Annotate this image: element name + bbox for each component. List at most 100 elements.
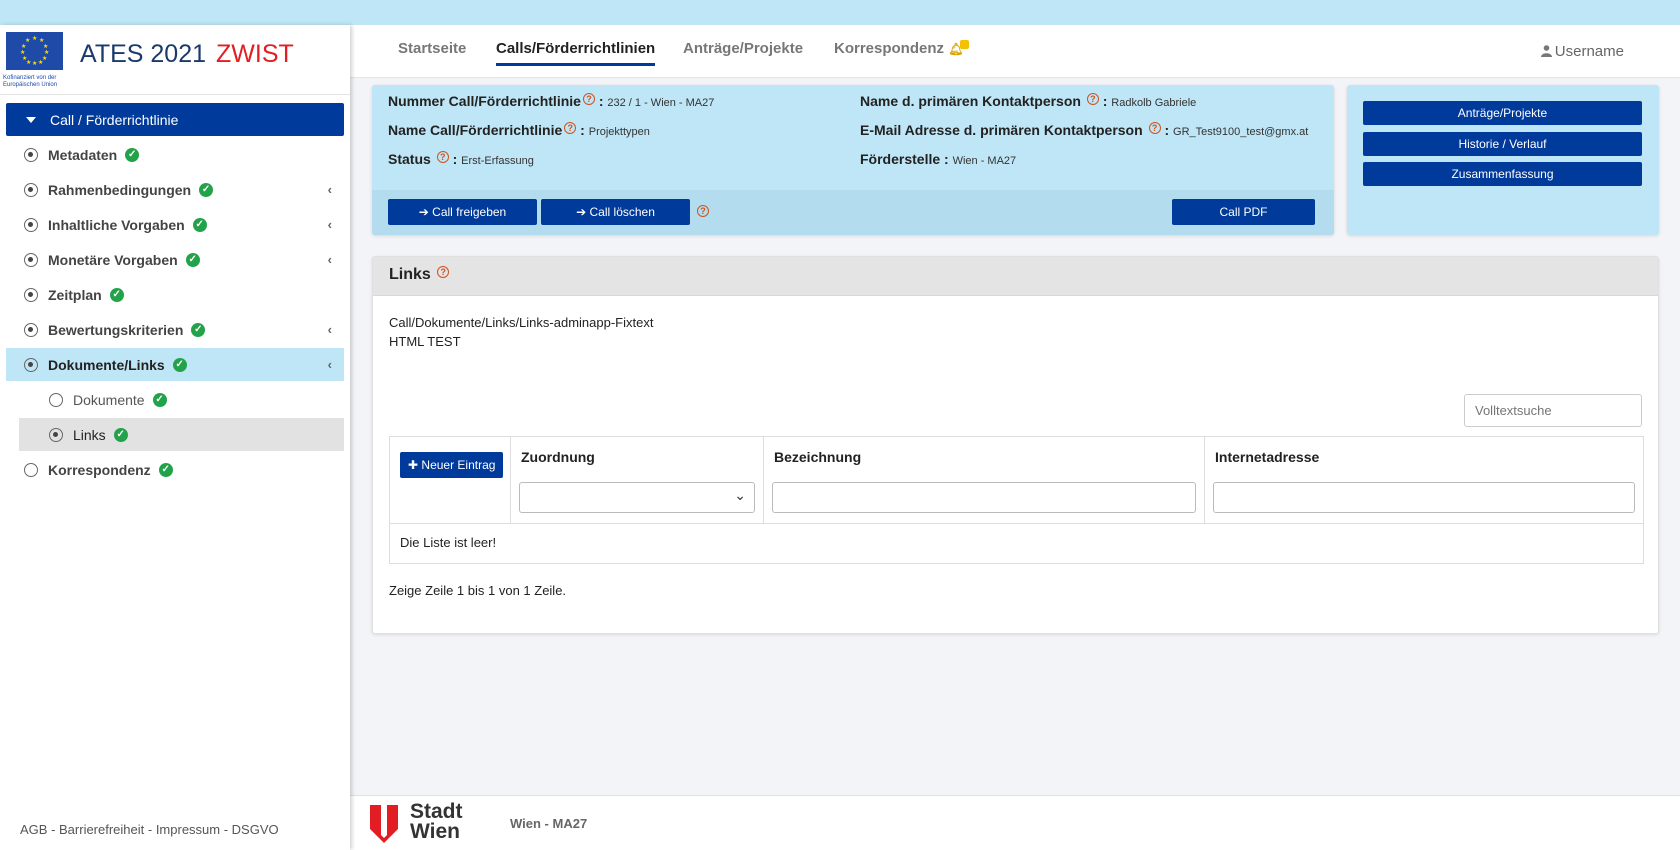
check-circle-icon: ✓ [172, 357, 187, 372]
eu-caption: Kofinanziert von der Europäischen Union [3, 75, 58, 88]
tab-calls[interactable]: Calls/Förderrichtlinien [496, 40, 656, 66]
app-title: ATES 2021 ZWIST [80, 40, 294, 69]
field-name-label: Name Call/Förderrichtlinie [388, 122, 563, 138]
sidebar-item-label: Inhaltliche Vorgaben [48, 216, 185, 233]
help-icon[interactable]: ? [697, 205, 709, 217]
app-title-text: ATES 2021 [80, 40, 207, 68]
plus-icon: ✚ [408, 458, 419, 472]
notification-badge [960, 40, 970, 49]
radio-empty-icon [24, 462, 38, 477]
sidebar-item-bewertungskriterien[interactable]: Bewertungskriterien ✓ ‹ [6, 313, 344, 346]
sidebar-item-label: Bewertungskriterien [48, 321, 184, 338]
sidebar-item-label: Korrespondenz [48, 461, 151, 478]
field-nummer: Nummer Call/Förderrichtlinie? : 232 / 1 … [388, 93, 715, 109]
sidebar-subitem-dokumente[interactable]: Dokumente ✓ [19, 383, 344, 416]
call-pdf-button[interactable]: Call PDF [1172, 199, 1315, 225]
top-strip [0, 0, 1680, 25]
app-env: ZWIST [216, 40, 294, 68]
help-icon[interactable]: ? [582, 93, 595, 105]
sidebar-subitem-links[interactable]: Links ✓ [19, 418, 344, 451]
tab-korrespondenz[interactable]: Korrespondenz 🔔︎ [834, 40, 970, 63]
help-icon[interactable]: ? [437, 266, 450, 278]
zusammenfassung-button[interactable]: Zusammenfassung [1363, 162, 1642, 186]
check-circle-icon: ✓ [125, 147, 140, 162]
field-email-value: GR_Test9100_test@gmx.at [1173, 126, 1309, 138]
sidebar-item-label: Rahmenbedingungen [48, 181, 192, 198]
check-circle-icon: ✓ [185, 252, 200, 267]
column-header: Internetadresse [1215, 449, 1320, 465]
radio-checked-icon [49, 427, 63, 442]
table-action-col: ✚ Neuer Eintrag [390, 437, 511, 523]
tab-startseite[interactable]: Startseite [398, 40, 466, 63]
radio-checked-icon [24, 182, 38, 197]
call-loeschen-button[interactable]: ➔ Call löschen [541, 199, 690, 225]
radio-checked-icon [24, 252, 38, 267]
internetadresse-filter-input[interactable] [1213, 482, 1635, 513]
sidebar-item-monetaere-vorgaben[interactable]: Monetäre Vorgaben ✓ ‹ [6, 243, 344, 276]
user-menu[interactable]: Username [1540, 43, 1624, 60]
sidebar-item-inhaltliche-vorgaben[interactable]: Inhaltliche Vorgaben ✓ ‹ [6, 208, 344, 241]
username: Username [1554, 43, 1624, 60]
chevron-left-icon: ‹ [327, 357, 332, 372]
tab-antraege[interactable]: Anträge/Projekte [683, 40, 803, 63]
wordmark-line2: Wien [410, 820, 460, 843]
new-entry-button[interactable]: ✚ Neuer Eintrag [400, 452, 504, 478]
sidebar-item-label: Dokumente [73, 391, 145, 408]
field-email-label: E-Mail Adresse d. primären Kontaktperson [860, 122, 1143, 138]
field-foerderstelle-label: Förderstelle : [860, 151, 949, 167]
check-circle-icon: ✓ [113, 427, 128, 442]
sidebar-header-label: Call / Förderrichtlinie [50, 111, 179, 128]
sidebar-header-call[interactable]: Call / Förderrichtlinie [6, 103, 344, 136]
radio-checked-icon [24, 217, 38, 232]
field-status-label: Status [388, 151, 431, 167]
table-empty-row: Die Liste ist leer! [400, 535, 497, 550]
column-header: Zuordnung [521, 449, 595, 465]
call-info-panel: Nummer Call/Förderrichtlinie? : 232 / 1 … [372, 85, 1334, 235]
call-freigeben-button[interactable]: ➔ Call freigeben [388, 199, 537, 225]
user-icon [1540, 45, 1552, 57]
brand: ★ ★ ★ ★ ★ ★ ★ ★ ★ ★ ★ ★ Kofinanziert von der Eur… [0, 25, 350, 95]
field-foerderstelle: Förderstelle : Wien - MA27 [860, 151, 1016, 167]
antraege-projekte-button[interactable]: Anträge/Projekte [1363, 101, 1642, 125]
top-navigation: Startseite Calls/Förderrichtlinien Anträ… [350, 25, 1680, 78]
check-circle-icon: ✓ [191, 322, 206, 337]
stadt-wien-wordmark: Stadt Wien [410, 801, 463, 843]
field-kontakt: Name d. primären Kontaktperson ? : Radko… [860, 93, 1197, 109]
links-title: Links [389, 266, 431, 283]
historie-verlauf-button[interactable]: Historie / Verlauf [1363, 132, 1642, 156]
sidebar-item-metadaten[interactable]: Metadaten ✓ [6, 138, 344, 171]
bezeichnung-filter-input[interactable] [772, 482, 1196, 513]
help-icon[interactable]: ? [436, 151, 449, 163]
links-table: ✚ Neuer Eintrag Zuordnung Bezeichnung In… [389, 436, 1644, 564]
field-foerderstelle-value: Wien - MA27 [952, 155, 1017, 167]
links-text-line2: HTML TEST [389, 334, 461, 349]
sidebar-item-label: Zeitplan [48, 286, 102, 303]
sidebar-item-dokumente-links[interactable]: Dokumente/Links ✓ ‹ [6, 348, 344, 381]
help-icon[interactable]: ? [1148, 122, 1161, 134]
field-status-value: Erst-Erfassung [461, 155, 534, 167]
stadt-wien-logo [370, 805, 398, 843]
sidebar-item-rahmenbedingungen[interactable]: Rahmenbedingungen ✓ ‹ [6, 173, 344, 206]
call-loeschen-label: Call löschen [589, 205, 655, 219]
sidebar-footer-links[interactable]: AGB - Barrierefreiheit - Impressum - DSG… [20, 822, 279, 837]
caret-down-icon [26, 116, 36, 123]
check-circle-icon: ✓ [109, 287, 124, 302]
sidebar-item-korrespondenz[interactable]: Korrespondenz ✓ [6, 453, 344, 486]
sidebar: ★ ★ ★ ★ ★ ★ ★ ★ ★ ★ ★ ★ Kofinanziert von der Eur… [0, 25, 350, 850]
links-header: Links ? [373, 257, 1658, 296]
arrow-right-icon: ➔ [576, 205, 587, 219]
check-circle-icon: ✓ [158, 462, 173, 477]
arrow-right-icon: ➔ [418, 205, 429, 219]
radio-checked-icon [24, 322, 38, 337]
call-freigeben-label: Call freigeben [432, 205, 507, 219]
chevron-left-icon: ‹ [327, 322, 332, 337]
help-icon[interactable]: ? [564, 122, 577, 134]
zuordnung-filter-select[interactable] [519, 482, 755, 513]
tab-korrespondenz-label: Korrespondenz [834, 40, 945, 57]
sidebar-item-zeitplan[interactable]: Zeitplan ✓ [6, 278, 344, 311]
radio-checked-icon [24, 147, 38, 162]
fulltext-search-input[interactable] [1464, 394, 1642, 427]
links-text-line1: Call/Dokumente/Links/Links-adminapp-Fixt… [389, 315, 654, 330]
chevron-left-icon: ‹ [327, 217, 332, 232]
help-icon[interactable]: ? [1086, 93, 1099, 105]
